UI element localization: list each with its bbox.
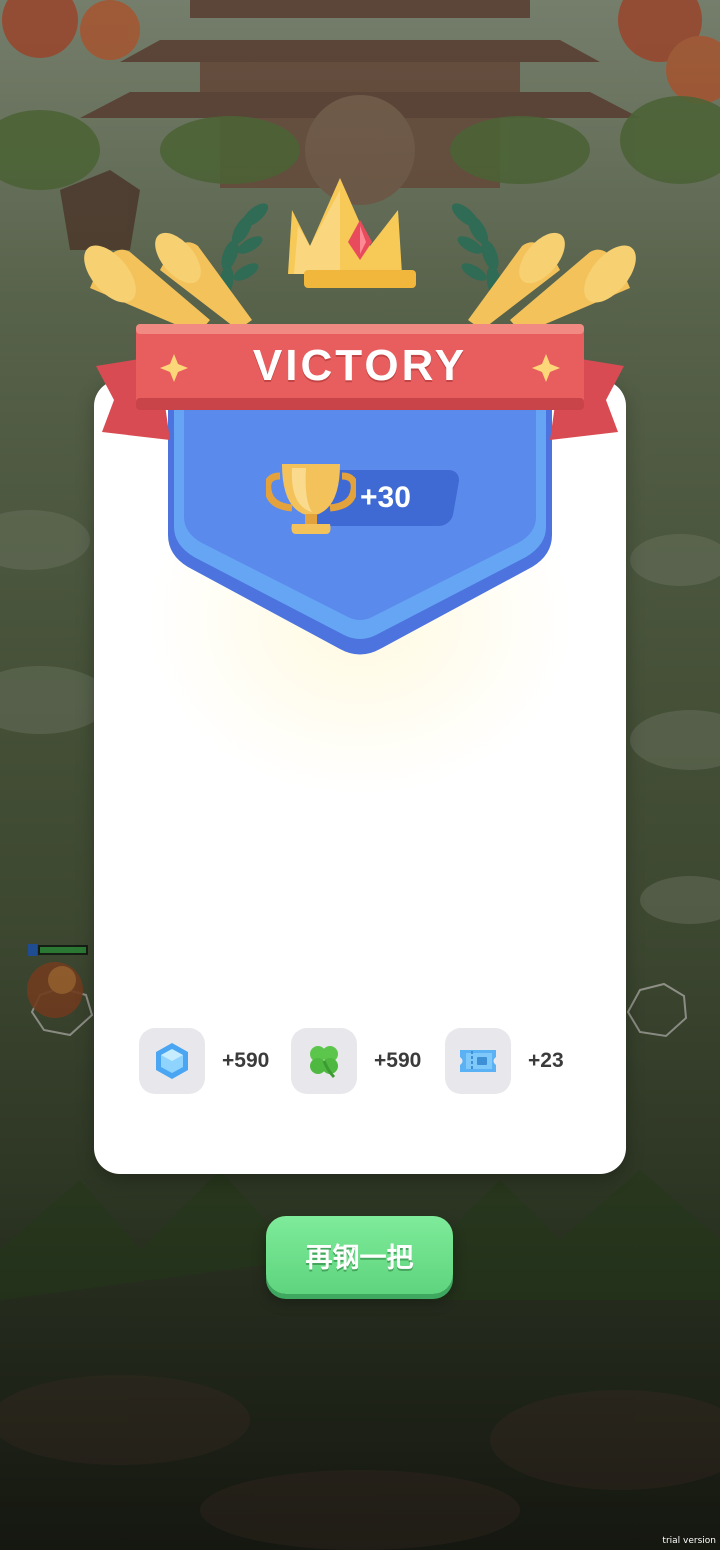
reward-amount: +590 (222, 1049, 270, 1072)
reward-item-ticket: +23 (445, 1028, 585, 1096)
crown-icon (288, 178, 416, 288)
reward-icon-box (291, 1028, 357, 1094)
reward-item-clover: +590 (291, 1028, 431, 1096)
reward-list: +590 +590 +23 (139, 1028, 599, 1096)
trophy-icon (266, 464, 356, 534)
victory-header-decoration (84, 178, 636, 440)
reward-icon-box (139, 1028, 205, 1094)
victory-title: VICTORY (252, 341, 468, 390)
trophy-reward: +30 (266, 460, 461, 540)
reward-icon-box (445, 1028, 511, 1094)
play-again-button[interactable]: 再钢一把 (266, 1216, 453, 1294)
trophy-amount: +30 (360, 481, 411, 514)
reward-amount: +23 (528, 1049, 564, 1072)
ticket-icon (460, 1050, 496, 1072)
blue-gem-icon (156, 1043, 188, 1079)
four-leaf-clover-icon (310, 1046, 338, 1079)
trial-watermark: trial version (662, 1536, 716, 1546)
reward-item-gem: +590 (139, 1028, 279, 1096)
reward-amount: +590 (374, 1049, 422, 1072)
